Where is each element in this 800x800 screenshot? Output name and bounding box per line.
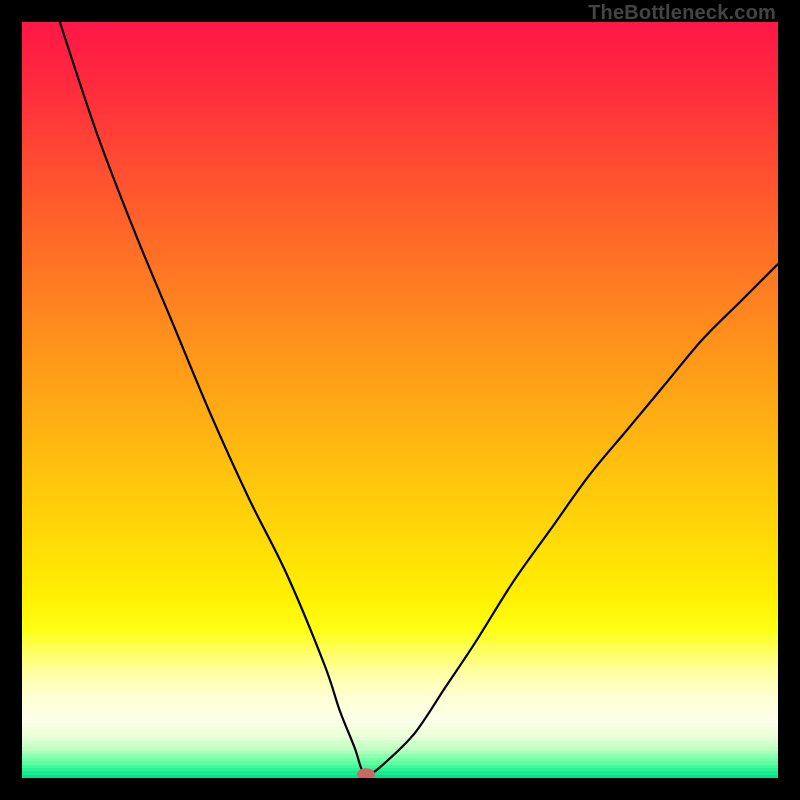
plot-area [22, 22, 778, 778]
optimal-point-marker [357, 768, 375, 778]
bottleneck-curve [60, 22, 778, 775]
chart-overlay [22, 22, 778, 778]
chart-frame: TheBottleneck.com [0, 0, 800, 800]
